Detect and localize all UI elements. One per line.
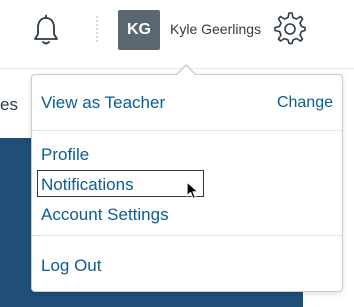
avatar[interactable]: KG (118, 10, 160, 50)
menu-item-account-settings[interactable]: Account Settings (41, 205, 169, 225)
menu-divider (32, 130, 342, 131)
top-header: KG Kyle Geerlings (0, 0, 354, 68)
view-as-teacher-link[interactable]: View as Teacher (41, 93, 165, 113)
dropdown-caret-fill (176, 66, 196, 76)
user-name[interactable]: Kyle Geerlings (170, 21, 261, 37)
bell-icon[interactable] (32, 14, 60, 46)
menu-item-profile[interactable]: Profile (41, 145, 89, 165)
header-divider (96, 16, 98, 42)
page: KG Kyle Geerlings es View as Teacher Cha… (0, 0, 354, 307)
user-menu-dropdown: View as Teacher Change Profile Notificat… (31, 74, 343, 292)
menu-divider (32, 235, 342, 236)
menu-item-notifications[interactable]: Notifications (41, 175, 134, 195)
mouse-cursor-icon (186, 181, 200, 201)
change-role-link[interactable]: Change (277, 94, 333, 112)
logout-link[interactable]: Log Out (41, 256, 102, 276)
background-partial-text: es (0, 95, 18, 114)
gear-icon[interactable] (273, 12, 307, 46)
